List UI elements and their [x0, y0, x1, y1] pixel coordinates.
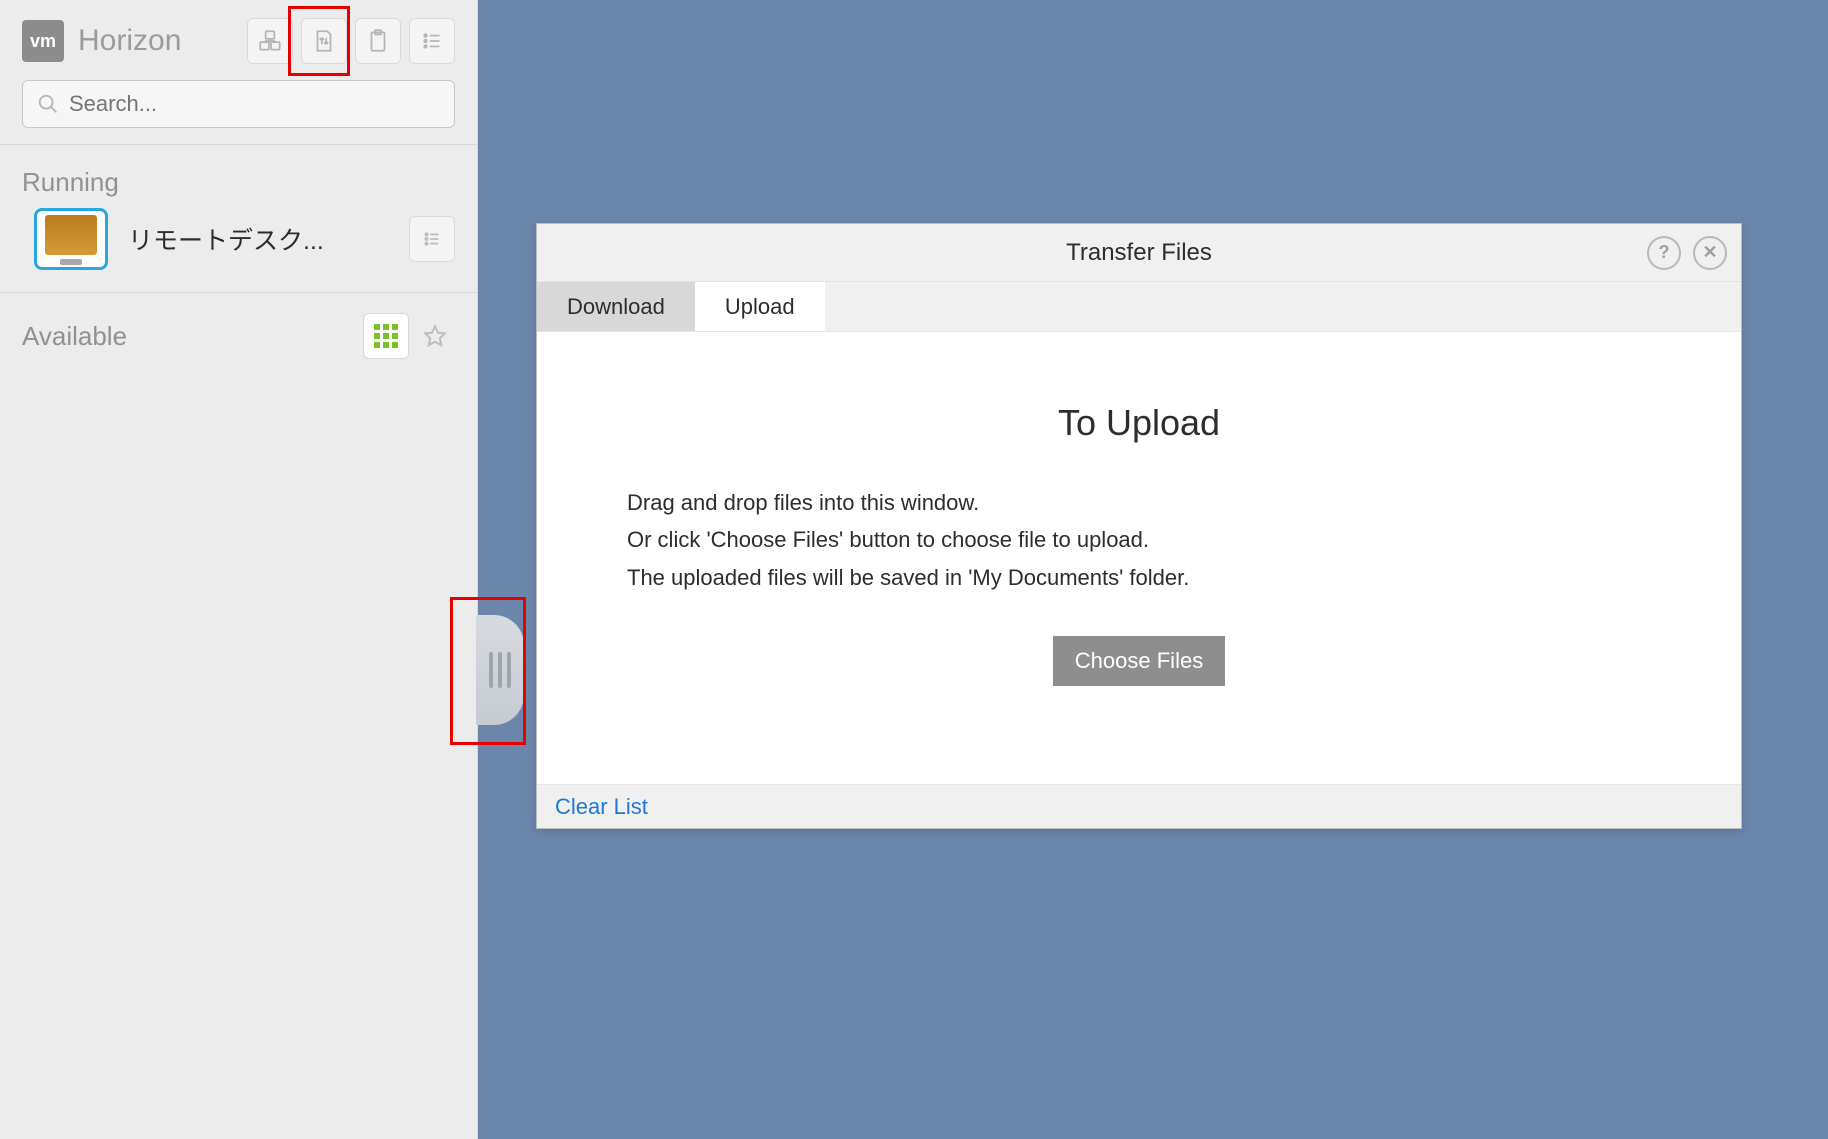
list-icon — [421, 228, 443, 250]
clipboard-icon — [365, 28, 391, 54]
brand: vm Horizon — [22, 20, 181, 62]
clipboard-button[interactable] — [355, 18, 401, 64]
upload-instructions: Drag and drop files into this window. Or… — [627, 484, 1189, 596]
tab-upload[interactable]: Upload — [695, 282, 825, 331]
file-transfer-button[interactable] — [301, 18, 347, 64]
help-icon: ? — [1659, 242, 1670, 263]
file-transfer-icon — [311, 28, 337, 54]
desktop-thumbnail — [34, 208, 108, 270]
choose-files-button[interactable]: Choose Files — [1053, 636, 1225, 686]
upload-heading: To Upload — [1058, 402, 1220, 444]
running-section-title: Running — [0, 145, 477, 202]
running-item-menu-button[interactable] — [409, 216, 455, 262]
grid-icon — [374, 324, 398, 348]
dialog-footer: Clear List — [537, 784, 1741, 828]
dialog-titlebar: Transfer Files ? ✕ — [537, 224, 1741, 282]
list-icon — [419, 28, 445, 54]
upload-line-2: Or click 'Choose Files' button to choose… — [627, 521, 1189, 558]
toolbar — [247, 18, 455, 64]
grid-view-button[interactable] — [363, 313, 409, 359]
sidebar-header: vm Horizon — [0, 0, 477, 74]
running-item[interactable]: リモートデスク... — [0, 202, 477, 292]
available-section-title: Available — [22, 321, 127, 352]
sidebar-toggle-handle[interactable] — [476, 615, 524, 725]
upload-panel: To Upload Drag and drop files into this … — [537, 332, 1741, 784]
search-box[interactable] — [22, 80, 455, 128]
desktops-button[interactable] — [247, 18, 293, 64]
star-icon — [422, 323, 448, 349]
tab-download[interactable]: Download — [537, 282, 695, 331]
dialog-title: Transfer Files — [1066, 239, 1212, 267]
available-section: Available — [0, 293, 477, 369]
upload-line-1: Drag and drop files into this window. — [627, 484, 1189, 521]
close-button[interactable]: ✕ — [1693, 236, 1727, 270]
desktops-icon — [257, 28, 283, 54]
favorites-button[interactable] — [415, 316, 455, 356]
help-button[interactable]: ? — [1647, 236, 1681, 270]
search-icon — [37, 93, 59, 115]
clear-list-link[interactable]: Clear List — [555, 794, 648, 820]
grip-icon — [489, 652, 511, 688]
sidebar: vm Horizon Running リモートデスク... — [0, 0, 478, 1139]
search-input[interactable] — [69, 91, 440, 117]
settings-list-button[interactable] — [409, 18, 455, 64]
transfer-files-dialog: Transfer Files ? ✕ Download Upload To Up… — [536, 223, 1742, 829]
upload-line-3: The uploaded files will be saved in 'My … — [627, 559, 1189, 596]
vmware-logo: vm — [22, 20, 64, 62]
close-icon: ✕ — [1702, 242, 1717, 263]
brand-name: Horizon — [78, 24, 181, 58]
search-wrap — [0, 74, 477, 144]
running-item-label: リモートデスク... — [128, 221, 324, 257]
remote-desktop-area: Transfer Files ? ✕ Download Upload To Up… — [478, 0, 1828, 1139]
dialog-tabs: Download Upload — [537, 282, 1741, 332]
